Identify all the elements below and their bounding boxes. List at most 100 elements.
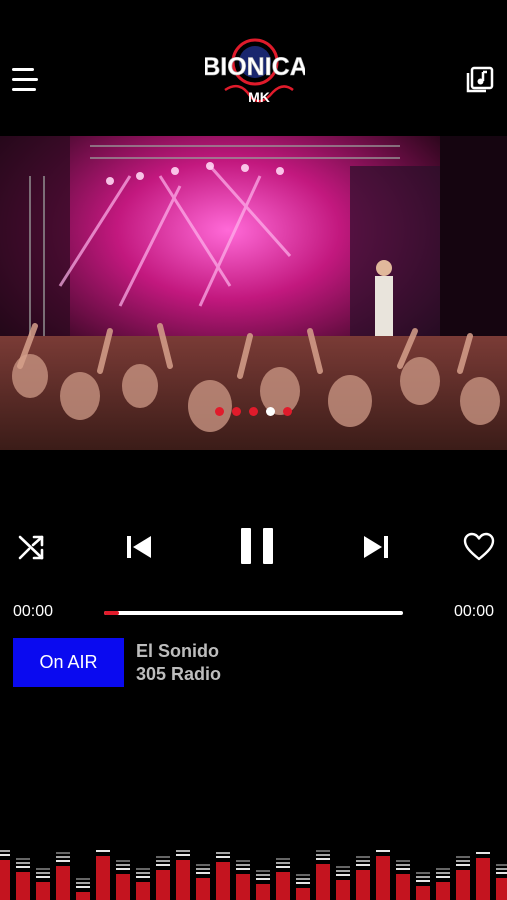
equalizer-peak xyxy=(456,860,470,862)
menu-line xyxy=(12,78,38,81)
equalizer-bar xyxy=(356,870,370,900)
equalizer-peak xyxy=(96,850,110,852)
carousel-dot[interactable] xyxy=(232,406,241,416)
total-time: 00:00 xyxy=(453,603,494,620)
banner-image[interactable] xyxy=(0,136,507,450)
equalizer-peak xyxy=(156,856,170,858)
equalizer-peak xyxy=(36,872,50,874)
equalizer-bar xyxy=(196,878,210,900)
carousel-dots xyxy=(0,405,507,417)
equalizer-peak xyxy=(316,850,330,852)
music-playlist-icon[interactable] xyxy=(466,66,494,94)
logo-subtext: MK xyxy=(248,89,270,105)
now-playing-info: El Sonido 305 Radio xyxy=(136,640,221,686)
equalizer-peak xyxy=(436,872,450,874)
concert-image xyxy=(0,136,507,450)
equalizer-peak xyxy=(276,862,290,864)
equalizer-peak xyxy=(116,868,130,870)
equalizer-bar xyxy=(156,870,170,900)
equalizer-peak xyxy=(216,856,230,858)
equalizer-peak xyxy=(416,876,430,878)
progress-bar[interactable] xyxy=(104,611,403,615)
equalizer-peak xyxy=(176,854,190,856)
equalizer-peak xyxy=(16,858,30,860)
equalizer-peak xyxy=(336,866,350,868)
equalizer-peak xyxy=(316,858,330,860)
equalizer-peak xyxy=(116,864,130,866)
carousel-dot-active[interactable] xyxy=(266,406,275,416)
equalizer-bar xyxy=(436,882,450,900)
equalizer-peak xyxy=(396,864,410,866)
equalizer-peak xyxy=(156,860,170,862)
carousel-dot[interactable] xyxy=(249,406,258,416)
equalizer-bar xyxy=(0,860,10,900)
equalizer-peak xyxy=(356,860,370,862)
shuffle-icon[interactable] xyxy=(17,532,47,562)
equalizer-peak xyxy=(436,876,450,878)
equalizer-peak xyxy=(436,868,450,870)
equalizer-peak xyxy=(296,882,310,884)
equalizer-peak xyxy=(336,870,350,872)
track-title: El Sonido xyxy=(136,641,219,661)
equalizer-peak xyxy=(376,850,390,852)
carousel-dot[interactable] xyxy=(283,406,292,416)
elapsed-time: 00:00 xyxy=(13,603,54,620)
equalizer-peak xyxy=(196,872,210,874)
equalizer-peak xyxy=(496,872,507,874)
equalizer-peak xyxy=(256,870,270,872)
equalizer-peak xyxy=(16,862,30,864)
equalizer-bar xyxy=(336,880,350,900)
equalizer-bar xyxy=(96,856,110,900)
equalizer-bar xyxy=(316,864,330,900)
station-logo: BIONICA MK xyxy=(205,38,305,105)
menu-button[interactable] xyxy=(12,68,38,92)
equalizer-peak xyxy=(236,864,250,866)
equalizer-peak xyxy=(296,874,310,876)
equalizer-peak xyxy=(16,866,30,868)
equalizer-bar xyxy=(296,888,310,900)
equalizer-peak xyxy=(156,864,170,866)
heart-outline-icon[interactable] xyxy=(463,532,495,562)
equalizer-bar xyxy=(396,874,410,900)
equalizer-bar xyxy=(456,870,470,900)
equalizer-peak xyxy=(456,864,470,866)
equalizer-peak xyxy=(56,860,70,862)
equalizer-peak xyxy=(256,878,270,880)
equalizer-bar xyxy=(216,862,230,900)
equalizer-visualizer xyxy=(0,850,507,900)
equalizer-peak xyxy=(176,850,190,852)
equalizer-peak xyxy=(396,868,410,870)
equalizer-peak xyxy=(496,864,507,866)
equalizer-peak xyxy=(136,872,150,874)
on-air-button[interactable]: On AIR xyxy=(13,638,124,687)
equalizer-bar xyxy=(236,874,250,900)
equalizer-peak xyxy=(56,856,70,858)
equalizer-peak xyxy=(316,854,330,856)
equalizer-peak xyxy=(76,882,90,884)
equalizer-peak xyxy=(356,864,370,866)
equalizer-peak xyxy=(76,886,90,888)
skip-previous-icon[interactable] xyxy=(124,532,154,562)
equalizer-peak xyxy=(136,868,150,870)
equalizer-peak xyxy=(76,878,90,880)
equalizer-peak xyxy=(336,874,350,876)
equalizer-bar xyxy=(416,886,430,900)
pause-icon[interactable] xyxy=(238,526,276,566)
equalizer-peak xyxy=(396,860,410,862)
logo-text: BIONICA xyxy=(205,53,305,81)
skip-next-icon[interactable] xyxy=(361,532,391,562)
equalizer-peak xyxy=(276,866,290,868)
carousel-dot[interactable] xyxy=(215,406,224,416)
equalizer-bar xyxy=(16,872,30,900)
menu-line xyxy=(12,88,36,91)
equalizer-peak xyxy=(216,852,230,854)
equalizer-peak xyxy=(0,854,10,856)
equalizer-bar xyxy=(136,882,150,900)
equalizer-peak xyxy=(0,850,10,852)
equalizer-peak xyxy=(276,858,290,860)
equalizer-peak xyxy=(116,860,130,862)
equalizer-peak xyxy=(416,872,430,874)
equalizer-peak xyxy=(56,852,70,854)
equalizer-peak xyxy=(416,880,430,882)
equalizer-bar xyxy=(276,872,290,900)
